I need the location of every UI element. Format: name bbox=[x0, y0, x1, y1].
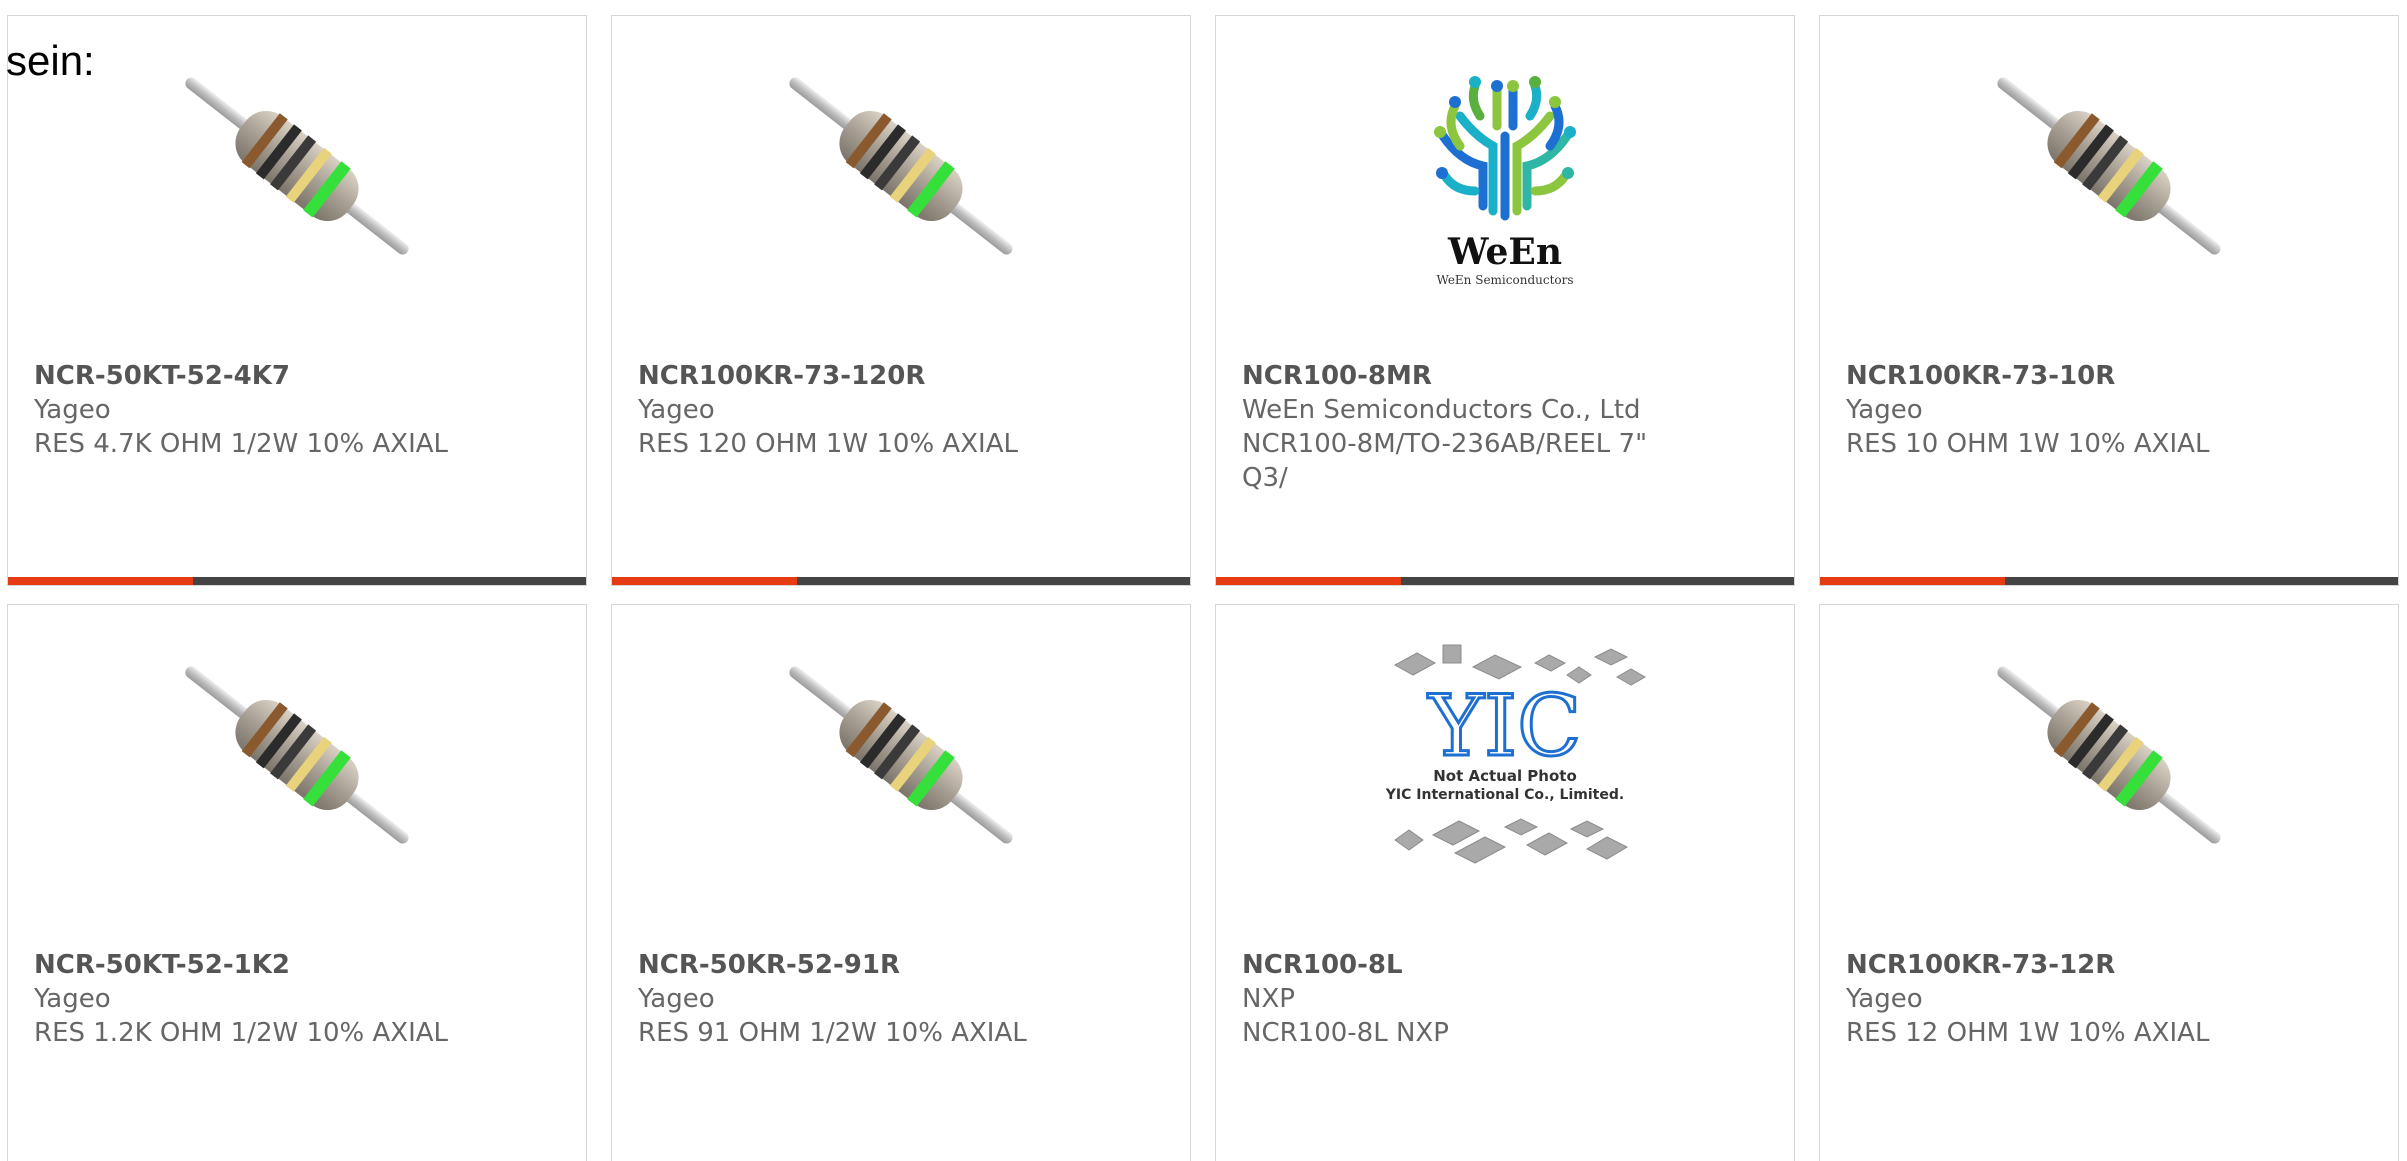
product-info: NCR-50KR-52-91R Yageo RES 91 OHM 1/2W 10… bbox=[638, 948, 1164, 1050]
ween-logo-icon: WeEn WeEn Semiconductors bbox=[1434, 76, 1576, 287]
product-info: NCR100KR-73-12R Yageo RES 12 OHM 1W 10% … bbox=[1846, 948, 2372, 1050]
description: RES 1.2K OHM 1/2W 10% AXIAL bbox=[34, 1018, 449, 1048]
product-card[interactable]: NCR-50KT-52-4K7 Yageo RES 4.7K OHM 1/2W … bbox=[7, 15, 587, 586]
part-number-link[interactable]: NCR-50KT-52-1K2 bbox=[34, 948, 560, 982]
progress-bar bbox=[1216, 577, 1794, 585]
product-image[interactable]: WeEn WeEn Semiconductors bbox=[1216, 16, 1794, 356]
description: RES 12 OHM 1W 10% AXIAL bbox=[1846, 1018, 2210, 1048]
product-card[interactable]: NCR-50KT-52-1K2 Yageo RES 1.2K OHM 1/2W … bbox=[7, 604, 587, 1161]
description: NCR100-8L NXP bbox=[1242, 1018, 1449, 1048]
progress-bar bbox=[612, 577, 1190, 585]
product-info: NCR-50KT-52-4K7 Yageo RES 4.7K OHM 1/2W … bbox=[34, 359, 560, 461]
progress-fill bbox=[612, 577, 797, 585]
product-card[interactable]: NCR100KR-73-12R Yageo RES 12 OHM 1W 10% … bbox=[1819, 604, 2399, 1161]
intro-text: sein: bbox=[6, 37, 95, 84]
product-info: NCR-50KT-52-1K2 Yageo RES 1.2K OHM 1/2W … bbox=[34, 948, 560, 1050]
part-number-link[interactable]: NCR100KR-73-120R bbox=[638, 359, 1164, 393]
manufacturer: Yageo bbox=[638, 395, 715, 425]
part-number-link[interactable]: NCR100KR-73-10R bbox=[1846, 359, 2372, 393]
resistor-icon bbox=[1997, 77, 2221, 255]
product-image[interactable] bbox=[1820, 16, 2398, 356]
part-number-link[interactable]: NCR100-8L bbox=[1242, 948, 1768, 982]
product-image[interactable] bbox=[612, 605, 1190, 945]
resistor-icon bbox=[789, 77, 1013, 255]
resistor-icon bbox=[185, 77, 409, 255]
description: RES 10 OHM 1W 10% AXIAL bbox=[1846, 429, 2210, 459]
product-grid-page: sein: NCR-50KT-52-4K7 Yageo RES 4.7K OHM… bbox=[0, 0, 2407, 1161]
resistor-icon bbox=[1997, 666, 2221, 844]
product-card[interactable]: NCR-50KR-52-91R Yageo RES 91 OHM 1/2W 10… bbox=[611, 604, 1191, 1161]
part-number-link[interactable]: NCR100-8MR bbox=[1242, 359, 1768, 393]
product-image[interactable]: YIC Not Actual Photo YIC International C… bbox=[1216, 605, 1794, 945]
manufacturer: Yageo bbox=[34, 984, 111, 1014]
not-actual-photo-text: Not Actual Photo bbox=[1433, 767, 1577, 785]
part-number-link[interactable]: NCR100KR-73-12R bbox=[1846, 948, 2372, 982]
manufacturer: Yageo bbox=[638, 984, 715, 1014]
part-number-link[interactable]: NCR-50KR-52-91R bbox=[638, 948, 1164, 982]
description: RES 4.7K OHM 1/2W 10% AXIAL bbox=[34, 429, 449, 459]
product-card[interactable]: YIC Not Actual Photo YIC International C… bbox=[1215, 604, 1795, 1161]
product-image[interactable] bbox=[8, 605, 586, 945]
product-info: NCR100-8MR WeEn Semiconductors Co., Ltd … bbox=[1242, 359, 1768, 495]
progress-fill bbox=[1216, 577, 1401, 585]
product-info: NCR100-8L NXP NCR100-8L NXP bbox=[1242, 948, 1768, 1050]
logo-subtext: WeEn Semiconductors bbox=[1436, 273, 1573, 287]
product-info: NCR100KR-73-120R Yageo RES 120 OHM 1W 10… bbox=[638, 359, 1164, 461]
progress-bar bbox=[8, 577, 586, 585]
yic-company-text: YIC International Co., Limited. bbox=[1385, 787, 1624, 803]
progress-fill bbox=[1820, 577, 2005, 585]
yic-logo-text: YIC bbox=[1428, 677, 1582, 775]
product-info: NCR100KR-73-10R Yageo RES 10 OHM 1W 10% … bbox=[1846, 359, 2372, 461]
manufacturer: WeEn Semiconductors Co., Ltd bbox=[1242, 395, 1641, 425]
manufacturer: Yageo bbox=[1846, 395, 1923, 425]
progress-fill bbox=[8, 577, 193, 585]
description: NCR100-8M/TO-236AB/REEL 7" Q3/ bbox=[1242, 429, 1648, 493]
product-image[interactable] bbox=[612, 16, 1190, 356]
manufacturer: Yageo bbox=[34, 395, 111, 425]
product-card[interactable]: NCR100KR-73-120R Yageo RES 120 OHM 1W 10… bbox=[611, 15, 1191, 586]
progress-bar bbox=[1820, 577, 2398, 585]
description: RES 120 OHM 1W 10% AXIAL bbox=[638, 429, 1018, 459]
resistor-icon bbox=[789, 666, 1013, 844]
manufacturer: NXP bbox=[1242, 984, 1295, 1014]
yic-placeholder-icon: YIC Not Actual Photo YIC International C… bbox=[1385, 644, 1647, 864]
logo-text: WeEn bbox=[1447, 231, 1562, 273]
resistor-icon bbox=[185, 666, 409, 844]
product-card[interactable]: NCR100KR-73-10R Yageo RES 10 OHM 1W 10% … bbox=[1819, 15, 2399, 586]
product-card[interactable]: WeEn WeEn Semiconductors NCR100-8MR WeEn… bbox=[1215, 15, 1795, 586]
manufacturer: Yageo bbox=[1846, 984, 1923, 1014]
product-image[interactable] bbox=[1820, 605, 2398, 945]
part-number-link[interactable]: NCR-50KT-52-4K7 bbox=[34, 359, 560, 393]
description: RES 91 OHM 1/2W 10% AXIAL bbox=[638, 1018, 1027, 1048]
